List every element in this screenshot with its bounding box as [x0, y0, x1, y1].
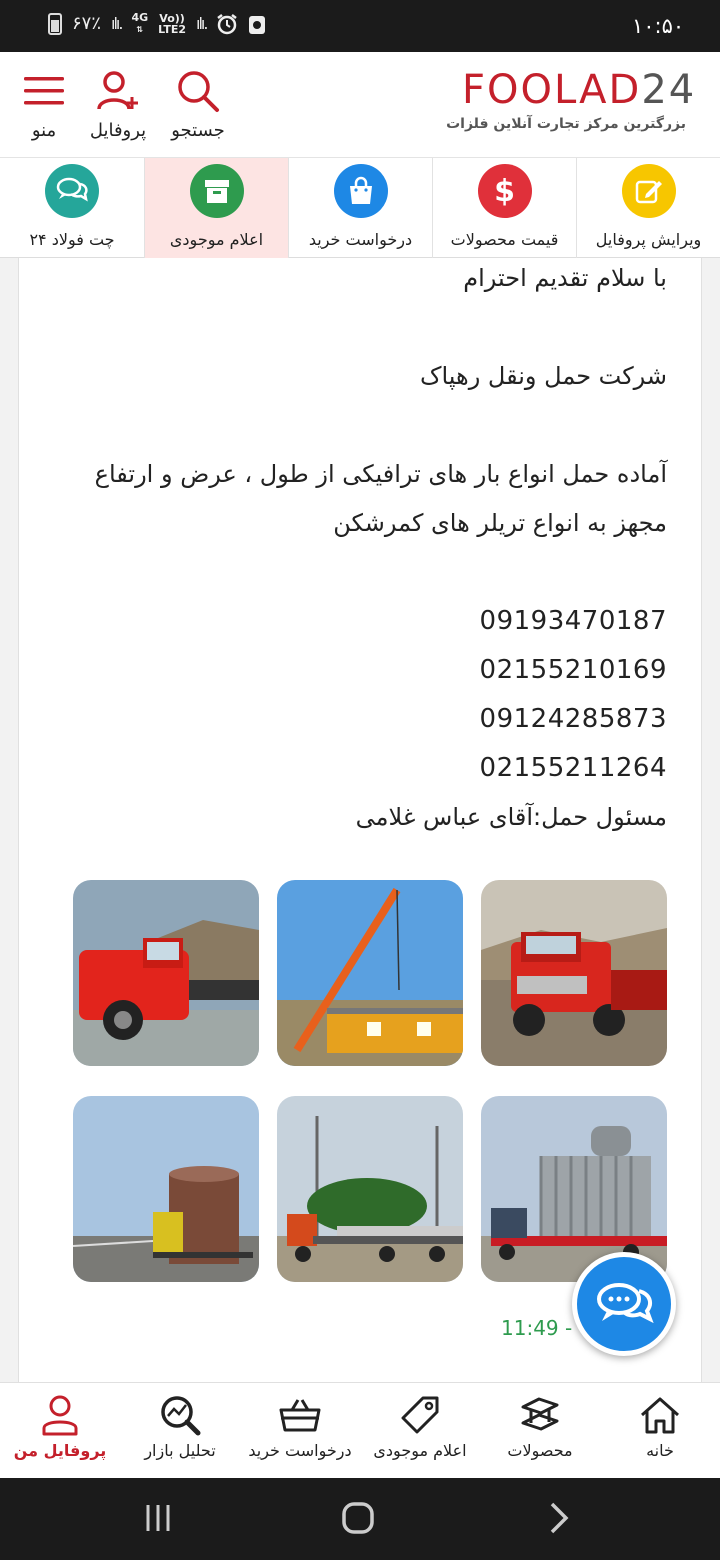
quick-purchase-request[interactable]: درخواست خرید: [288, 158, 432, 258]
nav-home[interactable]: خانه: [600, 1383, 720, 1479]
search-icon: [158, 66, 238, 116]
photo-crane-container[interactable]: [277, 880, 463, 1066]
photo-red-truck-wet-road[interactable]: [73, 880, 259, 1066]
profile-label: پروفایل: [89, 120, 147, 141]
add-user-icon: [78, 66, 158, 116]
chat-icon: [45, 164, 99, 218]
home-system-button[interactable]: [328, 1498, 388, 1538]
user-icon: [0, 1383, 120, 1439]
status-icons: ۶۷٪ ılı. 4G ⇅ Vo)) LTE2 ılı.: [48, 12, 266, 35]
shopping-bag-icon: [333, 164, 388, 218]
phone-number[interactable]: 09124285873: [47, 699, 667, 748]
back-button[interactable]: [530, 1498, 590, 1538]
alarm-icon: [217, 13, 238, 34]
nav-stock-announce[interactable]: اعلام موجودی: [360, 1383, 480, 1479]
archive-box-icon: [189, 164, 244, 218]
post-card: با سلام تقدیم احترام شرکت حمل ونقل رهپاک…: [18, 258, 702, 1382]
home-circle-icon: [342, 1502, 374, 1534]
nav-purchase-request[interactable]: درخواست خرید: [240, 1383, 360, 1479]
dollar-icon: $: [477, 164, 532, 218]
phone-number[interactable]: 09193470187: [47, 601, 667, 650]
quick-actions-bar: ویرایش پروفایل $ قیمت محصولات درخواست خر…: [0, 158, 720, 258]
recent-apps-icon: [146, 1505, 170, 1531]
hamburger-icon: [4, 66, 84, 116]
bottom-nav: خانه محصولات اعلام موجودی درخواست خرید ت…: [0, 1382, 720, 1478]
signal-icon-2: ılı.: [196, 14, 209, 33]
quick-product-prices[interactable]: $ قیمت محصولات: [432, 158, 576, 258]
profile-button[interactable]: پروفایل: [78, 66, 158, 141]
quick-stock-announce[interactable]: اعلام موجودی: [144, 158, 288, 258]
site-logo[interactable]: FOOLAD24 بزرگترین مرکز تجارت آنلاین فلزا…: [446, 67, 697, 132]
post-description-2: مجهز به انواع تریلر های کمرشکن: [333, 509, 667, 537]
network-type: 4G ⇅: [131, 11, 149, 34]
menu-button[interactable]: منو: [4, 66, 84, 141]
phone-number[interactable]: 02155211264: [47, 748, 667, 797]
nav-products[interactable]: محصولات: [480, 1383, 600, 1479]
chat-bubbles-icon: [597, 1283, 654, 1324]
logo-wordmark: FOOLAD24: [462, 67, 697, 113]
clock: ۱۰:۵۰: [632, 14, 685, 38]
floating-chat-button[interactable]: [572, 1252, 676, 1356]
recycle-app-icon: [249, 15, 266, 34]
post-body: با سلام تقدیم احترام شرکت حمل ونقل رهپاک…: [47, 258, 667, 846]
nav-my-profile[interactable]: پروفایل من: [0, 1383, 120, 1479]
nav-market-analysis[interactable]: تحلیل بازار: [120, 1383, 240, 1479]
quick-chat[interactable]: چت فولاد ۲۴: [0, 158, 144, 258]
quick-edit-profile[interactable]: ویرایش پروفایل: [576, 158, 720, 258]
search-button[interactable]: جستجو: [158, 66, 238, 141]
post-company: شرکت حمل ونقل رهپاک: [420, 362, 667, 390]
signal-icon: ılı.: [111, 14, 124, 33]
recent-apps-button[interactable]: [128, 1498, 188, 1538]
menu-label: منو: [31, 120, 57, 141]
post-contact: مسئول حمل:آقای عباس غلامی: [355, 803, 667, 831]
search-label: جستجو: [171, 120, 225, 141]
app-header: منو پروفایل جستجو FOOLAD24 بزرگترین مرکز…: [0, 52, 720, 158]
steel-beam-icon: [480, 1383, 600, 1439]
status-bar: ۶۷٪ ılı. 4G ⇅ Vo)) LTE2 ılı. ۱۰:۵۰: [0, 0, 720, 52]
volte-indicator: Vo)) LTE2: [158, 11, 186, 36]
photo-steel-coil-highway[interactable]: [73, 1096, 259, 1282]
photo-flatbed-trees[interactable]: [277, 1096, 463, 1282]
tag-icon: [360, 1383, 480, 1439]
battery-icon: [48, 12, 62, 35]
post-description: آماده حمل انواع بار های ترافیکی از طول ،…: [94, 460, 667, 488]
post-greeting: با سلام تقدیم احترام: [463, 264, 667, 292]
system-nav-bar: [0, 1478, 720, 1560]
market-analysis-icon: [120, 1383, 240, 1439]
basket-icon: [240, 1383, 360, 1439]
phone-number[interactable]: 02155210169: [47, 650, 667, 699]
photo-red-truck-road[interactable]: [481, 880, 667, 1066]
home-icon: [600, 1383, 720, 1439]
edit-icon: [621, 164, 676, 218]
battery-level: ۶۷٪: [72, 13, 102, 34]
chevron-right-icon: [550, 1502, 569, 1534]
logo-tagline: بزرگترین مرکز تجارت آنلاین فلزات: [446, 116, 686, 132]
